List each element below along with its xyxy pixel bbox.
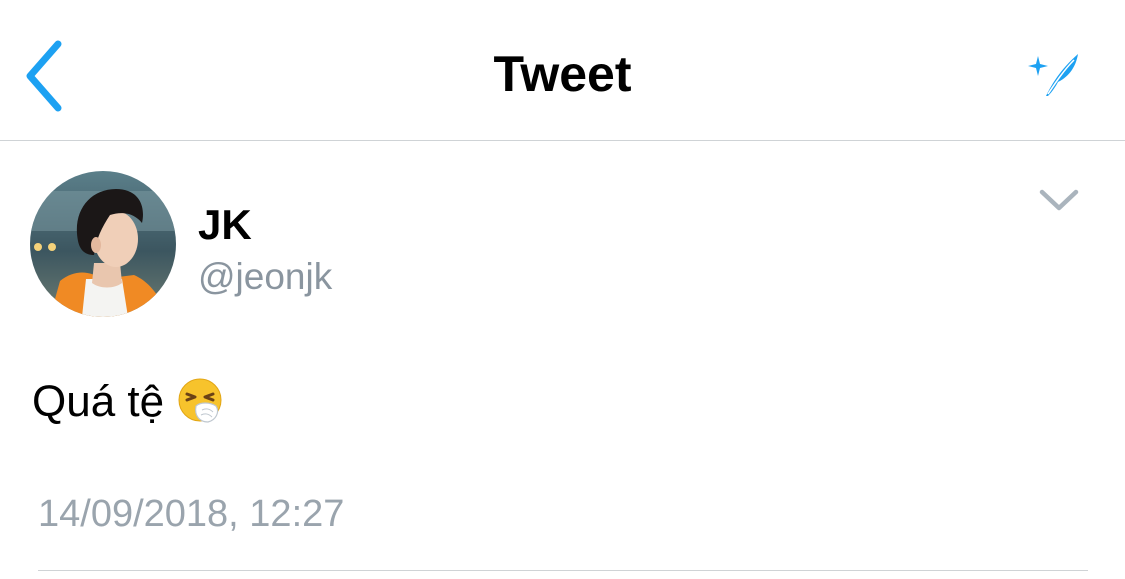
compose-feather-icon [1028,54,1078,96]
tweet-timestamp: 14/09/2018, 12:27 [38,493,345,535]
tweet-menu-button[interactable] [1036,184,1082,218]
avatar[interactable] [30,171,176,317]
navigation-bar: Tweet [0,0,1125,141]
avatar-photo [30,171,176,317]
tweet-text: Quá tệ [32,374,224,430]
divider [38,570,1088,571]
author-handle[interactable]: @jeonjk [198,254,332,300]
compose-button[interactable] [1024,46,1084,98]
author-display-name[interactable]: JK [198,200,252,250]
page-title: Tweet [493,46,632,102]
tweet-text-content: Quá tệ [32,377,165,426]
sneezing-face-emoji-icon [176,376,224,424]
chevron-down-icon [1039,189,1079,211]
